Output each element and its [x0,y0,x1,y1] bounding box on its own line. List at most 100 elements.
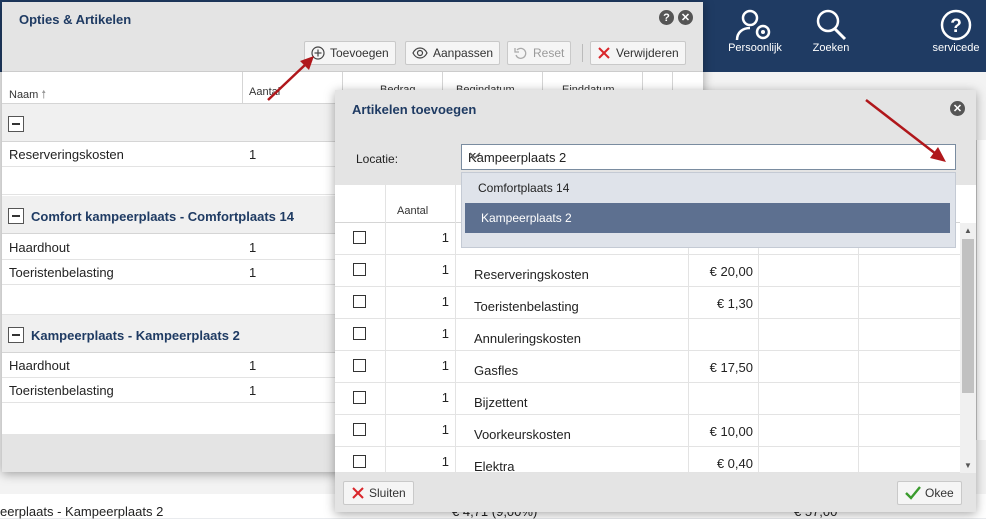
row-quantity[interactable]: 1 [385,422,449,437]
checkbox[interactable] [353,391,366,404]
row-price: € 20,00 [709,264,753,279]
row-quantity: 1 [249,265,257,280]
list-item[interactable]: 1 Toeristenbelasting € 1,30 [335,287,960,319]
dialog-title: Opties & Artikelen [19,12,132,27]
row-quantity: 1 [249,147,257,162]
row-quantity[interactable]: 1 [385,454,449,469]
row-name: Elektra [474,459,515,474]
nav-item-label: Zoeken [812,42,850,54]
checkbox[interactable] [353,295,366,308]
dropdown-option[interactable]: Comfortplaats 14 [462,173,955,203]
column-name-label: Naam [9,89,39,101]
collapse-icon[interactable] [8,116,24,132]
background-panel [976,140,986,440]
close-icon[interactable]: ✕ [950,101,965,116]
checkbox[interactable] [353,263,366,276]
row-price: € 1,30 [716,296,753,311]
green-check-icon [905,486,921,500]
location-dropdown-list: Comfortplaats 14 Kampeerplaats 2 [461,172,956,248]
list-item[interactable]: 1 Elektra € 0,40 [335,447,960,479]
nav-item-persoonlijk[interactable]: Persoonlijk [712,8,798,54]
delete-button-label: Verwijderen [616,46,679,60]
row-name: Bijzettent [474,395,528,410]
close-button-label: Sluiten [369,486,406,500]
row-quantity[interactable]: 1 [385,326,449,341]
close-button[interactable]: Sluiten [343,481,414,505]
row-name: Toeristenbelasting [474,299,579,314]
list-item[interactable]: 1 Voorkeurskosten € 10,00 [335,415,960,447]
red-x-icon [597,46,611,60]
svg-text:?: ? [950,16,962,37]
dialog-title: Artikelen toevoegen [352,102,477,117]
list-item[interactable]: 1 Reserveringskosten € 20,00 [335,255,960,287]
row-quantity: 1 [249,358,257,373]
column-quantity[interactable]: Aantal [397,205,428,217]
row-quantity: 1 [249,383,257,398]
red-x-icon [351,486,365,500]
checkbox[interactable] [353,423,366,436]
column-divider [242,72,243,104]
dialog-footer: Sluiten Okee [335,473,976,512]
edit-button-label: Aanpassen [433,46,494,60]
row-quantity[interactable]: 1 [385,262,449,277]
nav-item-servicedesk[interactable]: ? servicede [926,8,986,54]
row-quantity[interactable]: 1 [385,390,449,405]
add-button-label: Toevoegen [330,46,389,60]
row-name: Haardhout [9,358,70,373]
scroll-down-icon[interactable]: ▼ [964,461,972,470]
background-row-label: eerplaats - Kampeerplaats 2 [0,504,164,519]
annotation-arrow-icon [267,56,314,101]
ok-button-label: Okee [925,486,954,500]
toolbar-separator [582,44,583,62]
row-quantity[interactable]: 1 [385,294,449,309]
collapse-icon[interactable] [8,208,24,224]
row-name: Toeristenbelasting [9,265,114,280]
row-name: Reserveringskosten [9,147,124,162]
dialog-header: Opties & Artikelen ? ✕ Toevoegen Aanpass… [2,2,703,72]
checkbox[interactable] [353,327,366,340]
close-icon[interactable]: ✕ [678,10,693,25]
location-label: Locatie: [356,152,399,166]
scrollbar-thumb[interactable] [962,239,974,393]
checkbox[interactable] [353,231,366,244]
scroll-up-icon[interactable]: ▲ [964,226,972,235]
search-icon [788,8,874,42]
list-item[interactable]: 1 Gasfles € 17,50 [335,351,960,383]
collapse-icon[interactable] [8,327,24,343]
help-icon[interactable]: ? [659,10,674,25]
list-item[interactable]: 1 Bijzettent [335,383,960,415]
delete-button[interactable]: Verwijderen [590,41,686,65]
eye-icon [412,47,428,59]
row-quantity: 1 [249,240,257,255]
row-name: Reserveringskosten [474,267,589,282]
row-name: Haardhout [9,240,70,255]
row-quantity[interactable]: 1 [385,358,449,373]
column-name[interactable]: Naam 🠕 [9,86,46,105]
row-price: € 0,40 [716,456,753,471]
row-price: € 10,00 [709,424,753,439]
sort-up-icon: 🠕 [41,89,47,101]
user-settings-icon [712,8,798,42]
list-item[interactable]: 1 Annuleringskosten [335,319,960,351]
edit-button[interactable]: Aanpassen [405,41,501,65]
annotation-arrow-icon [865,99,946,162]
row-quantity[interactable]: 1 [385,230,449,245]
row-name: Toeristenbelasting [9,383,114,398]
group-title: Comfort kampeerplaats - Comfortplaats 14 [31,209,294,224]
vertical-scrollbar[interactable]: ▲ ▼ [960,223,976,473]
nav-item-label: Persoonlijk [728,42,782,54]
row-name: Gasfles [474,363,519,378]
help-icon: ? [926,8,986,42]
undo-icon [514,46,528,60]
row-price: € 17,50 [709,360,753,375]
checkbox[interactable] [353,359,366,372]
dropdown-option-selected[interactable]: Kampeerplaats 2 [465,203,950,233]
reset-button-label: Reset [533,46,565,60]
ok-button[interactable]: Okee [897,481,962,505]
nav-item-zoeken[interactable]: Zoeken [788,8,874,54]
group-title: Kampeerplaats - Kampeerplaats 2 [31,328,240,343]
checkbox[interactable] [353,455,366,468]
row-name: Voorkeurskosten [474,427,571,442]
reset-button[interactable]: Reset [507,41,572,65]
row-name: Annuleringskosten [474,331,581,346]
